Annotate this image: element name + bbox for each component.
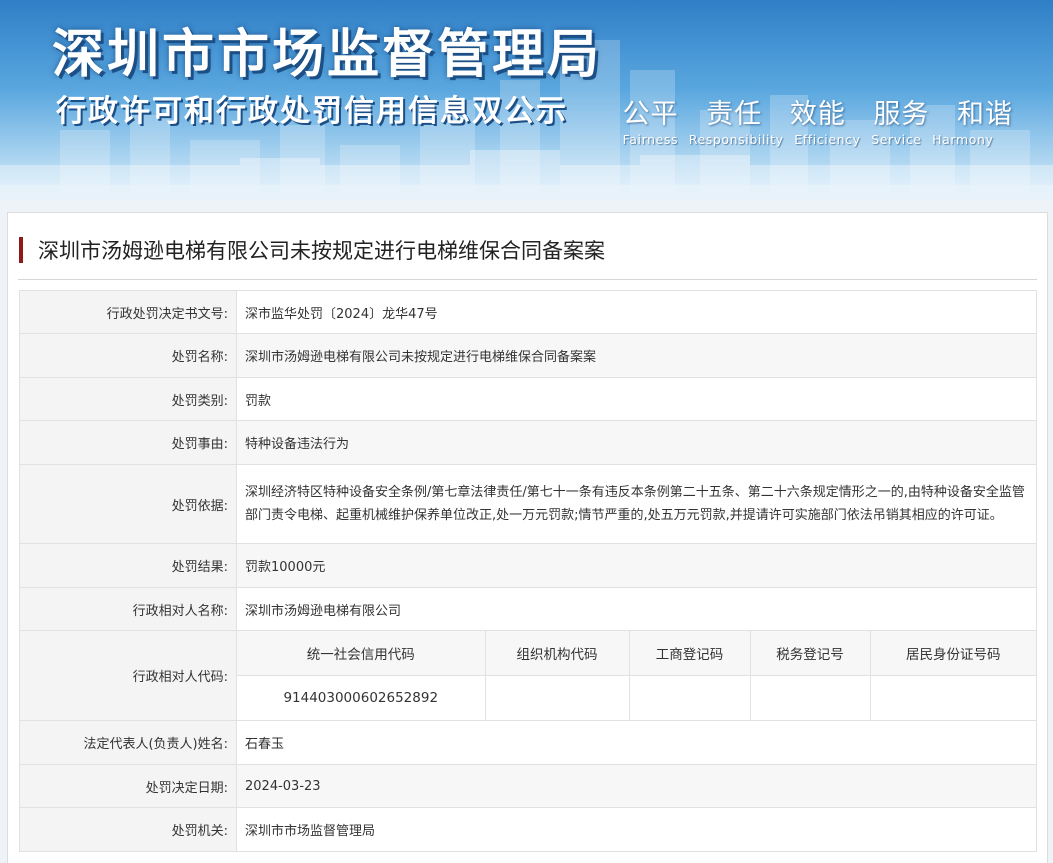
penalty-info-table: 行政处罚决定书文号: 深市监华处罚〔2024〕龙华47号 处罚名称: 深圳市汤姆… — [19, 290, 1037, 852]
slogan-word: 公平 — [622, 99, 679, 130]
row-label: 行政相对人代码: — [19, 630, 237, 721]
codes-value — [749, 675, 871, 720]
row-label: 处罚机关: — [19, 807, 237, 852]
table-row: 处罚决定日期: 2024-03-23 — [19, 764, 1037, 808]
codes-header-row: 统一社会信用代码 组织机构代码 工商登记码 税务登记号 居民身份证号码 — [237, 631, 1036, 676]
row-value: 特种设备违法行为 — [236, 420, 1037, 465]
table-row: 行政处罚决定书文号: 深市监华处罚〔2024〕龙华47号 — [19, 290, 1037, 334]
row-label: 处罚事由: — [19, 420, 237, 465]
table-row: 行政相对人名称: 深圳市汤姆逊电梯有限公司 — [19, 587, 1037, 631]
codes-value-row: 914403000602652892 — [237, 675, 1036, 720]
row-value: 深市监华处罚〔2024〕龙华47号 — [236, 290, 1037, 334]
banner-subtitle: 行政许可和行政处罚信用信息双公示 — [56, 94, 568, 129]
row-label: 处罚结果: — [19, 543, 237, 588]
slogan-word: 和谐 — [957, 99, 1013, 130]
table-row: 处罚事由: 特种设备违法行为 — [19, 420, 1037, 465]
table-row-codes: 行政相对人代码: 统一社会信用代码 组织机构代码 工商登记码 税务登记号 居民身… — [19, 630, 1037, 721]
slogan-word: 服务 — [873, 99, 930, 130]
row-label: 处罚类别: — [19, 377, 237, 421]
table-row: 法定代表人(负责人)姓名: 石春玉 — [19, 720, 1037, 765]
codes-value: 914403000602652892 — [237, 675, 486, 720]
row-label: 处罚决定日期: — [19, 764, 237, 808]
row-value: 罚款10000元 — [236, 543, 1037, 588]
heading-accent-bar — [19, 237, 23, 263]
slogan-word-en: Responsibility — [688, 132, 784, 147]
table-row: 处罚名称: 深圳市汤姆逊电梯有限公司未按规定进行电梯维保合同备案案 — [19, 333, 1037, 378]
codes-header: 税务登记号 — [749, 631, 871, 676]
banner-slogan: 公平 责任 效能 服务 和谐 Fairness Responsibility E… — [623, 92, 1013, 147]
codes-header: 统一社会信用代码 — [237, 631, 486, 676]
row-value: 深圳市市场监督管理局 — [236, 807, 1037, 852]
case-title: 深圳市汤姆逊电梯有限公司未按规定进行电梯维保合同备案案 — [38, 239, 605, 263]
slogan-word: 效能 — [789, 99, 846, 130]
codes-header: 工商登记码 — [628, 631, 751, 676]
table-row: 处罚依据: 深圳经济特区特种设备安全条例/第七章法律责任/第七十一条有违反本条例… — [19, 464, 1037, 544]
slogan-word-en: Harmony — [932, 132, 994, 147]
table-row: 处罚结果: 罚款10000元 — [19, 543, 1037, 588]
row-label: 处罚名称: — [19, 333, 237, 378]
row-value: 深圳经济特区特种设备安全条例/第七章法律责任/第七十一条有违反本条例第二十五条、… — [236, 464, 1037, 544]
banner-title: 深圳市市场监督管理局 — [52, 25, 603, 85]
row-value: 罚款 — [236, 377, 1037, 421]
header-banner: 深圳市市场监督管理局 行政许可和行政处罚信用信息双公示 公平 责任 效能 服务 … — [0, 0, 1053, 200]
row-label: 法定代表人(负责人)姓名: — [19, 720, 237, 765]
case-heading: 深圳市汤姆逊电梯有限公司未按规定进行电梯维保合同备案案 — [18, 235, 1037, 280]
codes-header: 居民身份证号码 — [869, 631, 1036, 676]
row-label: 处罚依据: — [19, 464, 237, 544]
codes-value — [628, 675, 751, 720]
row-value: 2024-03-23 — [236, 764, 1037, 808]
slogan-chinese: 公平 责任 效能 服务 和谐 — [623, 92, 1013, 131]
slogan-word-en: Efficiency — [794, 132, 861, 147]
slogan-word: 责任 — [706, 99, 763, 130]
slogan-word-en: Service — [871, 132, 922, 147]
row-value: 深圳市汤姆逊电梯有限公司 — [236, 587, 1037, 631]
codes-value — [484, 675, 630, 720]
codes-value — [869, 675, 1036, 720]
entity-codes-table: 统一社会信用代码 组织机构代码 工商登记码 税务登记号 居民身份证号码 9144… — [237, 631, 1036, 720]
row-value: 石春玉 — [236, 720, 1037, 765]
slogan-english: Fairness Responsibility Efficiency Servi… — [623, 132, 1013, 147]
content-panel: 深圳市汤姆逊电梯有限公司未按规定进行电梯维保合同备案案 行政处罚决定书文号: 深… — [7, 212, 1048, 863]
codes-cell: 统一社会信用代码 组织机构代码 工商登记码 税务登记号 居民身份证号码 9144… — [236, 630, 1037, 721]
row-label: 行政相对人名称: — [19, 587, 237, 631]
table-row: 处罚类别: 罚款 — [19, 377, 1037, 421]
codes-header: 组织机构代码 — [484, 631, 630, 676]
slogan-word-en: Fairness — [622, 132, 679, 147]
row-value: 深圳市汤姆逊电梯有限公司未按规定进行电梯维保合同备案案 — [236, 333, 1037, 378]
row-label: 行政处罚决定书文号: — [19, 290, 237, 334]
table-row: 处罚机关: 深圳市市场监督管理局 — [19, 807, 1037, 852]
